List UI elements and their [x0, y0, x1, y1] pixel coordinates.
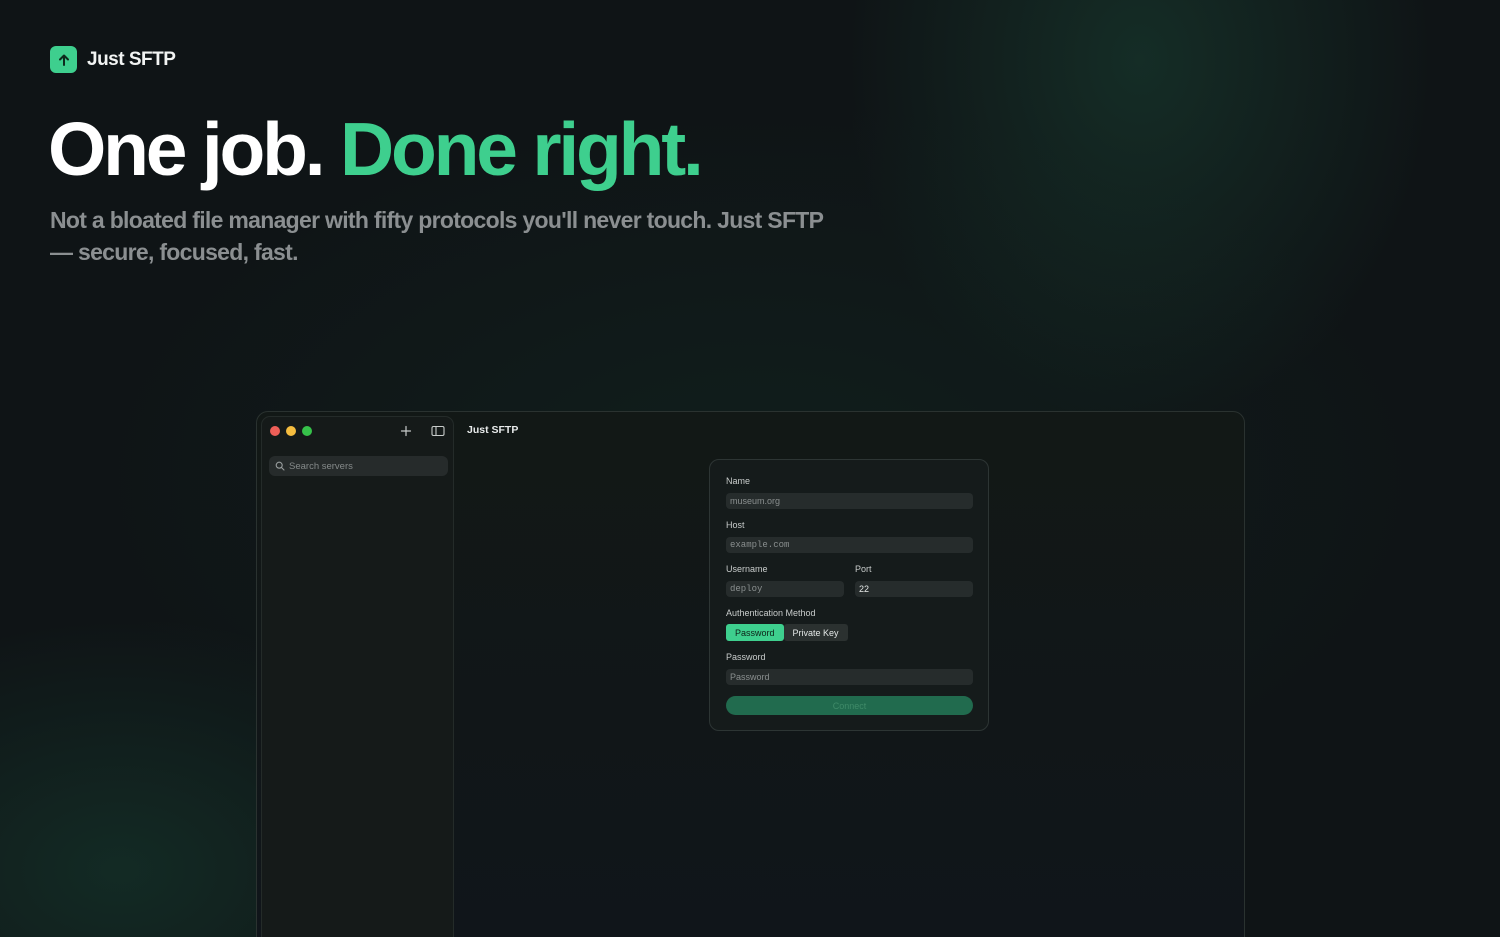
minimize-window-button[interactable] [286, 426, 296, 436]
sidebar-toggle-icon [431, 425, 445, 437]
username-input[interactable] [726, 581, 844, 597]
port-label: Port [855, 564, 872, 574]
hero-title: One job. Done right. [48, 104, 704, 194]
app-window: Just SFTP Name Host Username Port Authen… [256, 411, 1245, 937]
arrow-up-icon [50, 46, 77, 73]
add-server-button[interactable] [398, 423, 414, 439]
search-icon [275, 461, 285, 471]
maximize-window-button[interactable] [302, 426, 312, 436]
toggle-sidebar-button[interactable] [430, 423, 446, 439]
name-label: Name [726, 476, 751, 486]
brand[interactable]: Just SFTP [50, 46, 176, 73]
hero-subtitle: Not a bloated file manager with fifty pr… [50, 207, 824, 265]
auth-method-selector: Password Private Key [726, 624, 848, 641]
password-label: Password [726, 652, 766, 662]
name-input[interactable] [726, 493, 973, 509]
hero-title-main: One job. [48, 107, 326, 191]
password-input[interactable] [726, 669, 973, 685]
brand-name: Just SFTP [87, 48, 176, 70]
auth-private-key-option[interactable]: Private Key [783, 624, 848, 641]
window-title: Just SFTP [467, 424, 519, 436]
connection-form: Name Host Username Port Authentication M… [709, 459, 989, 731]
host-input[interactable] [726, 537, 973, 553]
search-bar [269, 456, 448, 476]
connect-button[interactable]: Connect [726, 696, 973, 715]
landing-page: Just SFTP One job. Done right. Not a blo… [0, 0, 1500, 937]
username-label: Username [726, 564, 768, 574]
host-label: Host [726, 520, 745, 530]
hero-title-accent: Done right. [340, 107, 704, 191]
search-servers-input[interactable] [289, 460, 448, 472]
auth-password-option[interactable]: Password [726, 624, 784, 641]
port-input[interactable] [855, 581, 973, 597]
plus-icon [400, 425, 412, 437]
sidebar [261, 416, 454, 937]
close-window-button[interactable] [270, 426, 280, 436]
auth-method-label: Authentication Method [726, 608, 816, 618]
window-controls [270, 426, 312, 436]
